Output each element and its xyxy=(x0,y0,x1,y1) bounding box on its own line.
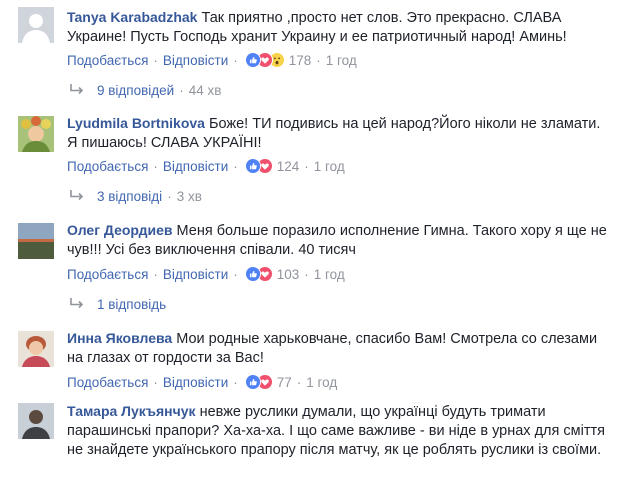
separator-dot: · xyxy=(233,266,238,282)
reactions-summary[interactable]: 77 xyxy=(244,374,292,390)
comment-actions: Подобається · Відповісти · 77 · 1 год xyxy=(67,373,337,391)
like-icon xyxy=(244,158,261,174)
view-replies[interactable]: 3 відповіді · 3 хв xyxy=(67,187,202,205)
separator-dot: · xyxy=(233,52,238,68)
comments-section: Tanya Karabadzhak Так приятно ,просто не… xyxy=(0,0,623,482)
reaction-count: 103 xyxy=(276,266,300,282)
comment-timestamp[interactable]: 1 год xyxy=(314,159,345,174)
avatar[interactable] xyxy=(18,403,54,439)
reactions-summary[interactable]: 124 xyxy=(244,158,300,174)
view-replies[interactable]: 1 відповідь xyxy=(67,295,166,313)
separator-dot: · xyxy=(233,374,238,390)
comment-author[interactable]: Инна Яковлева xyxy=(67,330,172,346)
like-button[interactable]: Подобається xyxy=(67,53,148,68)
like-button[interactable]: Подобається xyxy=(67,267,148,282)
view-replies[interactable]: 9 відповідей · 44 хв xyxy=(67,81,221,99)
reply-arrow-icon xyxy=(70,190,84,201)
user-photo-icon xyxy=(18,403,54,439)
comment-body: Lyudmila Bortnikova Боже! ТИ подивись на… xyxy=(67,114,613,153)
user-photo-icon xyxy=(18,116,54,152)
separator-dot: · xyxy=(153,266,158,282)
reactions-summary[interactable]: 103 xyxy=(244,266,300,282)
default-avatar-icon xyxy=(18,7,54,43)
reaction-count: 178 xyxy=(288,52,312,68)
like-button[interactable]: Подобається xyxy=(67,375,148,390)
like-button[interactable]: Подобається xyxy=(67,159,148,174)
comment-body: Tanya Karabadzhak Так приятно ,просто не… xyxy=(67,8,613,47)
separator-dot: · xyxy=(296,374,302,390)
separator-dot: · xyxy=(179,82,184,98)
separator-dot: · xyxy=(316,52,321,68)
comment-author[interactable]: Тамара Лукъянчук xyxy=(67,403,196,419)
replies-count-link[interactable]: 3 відповіді xyxy=(97,189,162,204)
separator-dot: · xyxy=(153,52,158,68)
comment-body: Олег Деордиев Меня больше поразило испол… xyxy=(67,221,613,260)
reply-button[interactable]: Відповісти xyxy=(163,375,228,390)
replies-count-link[interactable]: 9 відповідей xyxy=(97,83,174,98)
replies-timestamp: 44 хв xyxy=(188,82,222,98)
comment-timestamp[interactable]: 1 год xyxy=(326,53,357,68)
replies-count-link[interactable]: 1 відповідь xyxy=(97,297,166,312)
comment-author[interactable]: Tanya Karabadzhak xyxy=(67,9,197,25)
user-photo-icon xyxy=(18,331,54,367)
reply-button[interactable]: Відповісти xyxy=(163,53,228,68)
comment-timestamp[interactable]: 1 год xyxy=(306,375,337,390)
avatar[interactable] xyxy=(18,116,54,152)
separator-dot: · xyxy=(233,158,238,174)
comment-author[interactable]: Lyudmila Bortnikova xyxy=(67,115,205,131)
like-icon xyxy=(244,374,261,390)
reaction-count: 77 xyxy=(276,374,292,390)
separator-dot: · xyxy=(304,158,309,174)
reaction-count: 124 xyxy=(276,158,300,174)
comment-author[interactable]: Олег Деордиев xyxy=(67,222,173,238)
separator-dot: · xyxy=(153,158,158,174)
comment-timestamp[interactable]: 1 год xyxy=(314,267,345,282)
comment-body: Тамара Лукъянчук невже руслики думали, щ… xyxy=(67,402,613,460)
replies-timestamp: 3 хв xyxy=(176,188,202,204)
comment-actions: Подобається · Відповісти · 124 · 1 год xyxy=(67,157,345,175)
reply-arrow-icon xyxy=(70,84,84,95)
comment-actions: Подобається · Відповісти · 178 · 1 год xyxy=(67,51,357,69)
avatar[interactable] xyxy=(18,331,54,367)
user-photo-icon xyxy=(18,223,54,259)
avatar[interactable] xyxy=(18,7,54,43)
avatar[interactable] xyxy=(18,223,54,259)
like-icon xyxy=(244,52,261,68)
reactions-summary[interactable]: 178 xyxy=(244,52,312,68)
reply-button[interactable]: Відповісти xyxy=(163,159,228,174)
comment-body: Инна Яковлева Мои родные харьковчане, сп… xyxy=(67,329,613,368)
separator-dot: · xyxy=(304,266,309,282)
reply-button[interactable]: Відповісти xyxy=(163,267,228,282)
like-icon xyxy=(244,266,261,282)
reply-arrow-icon xyxy=(70,298,84,309)
comment-actions: Подобається · Відповісти · 103 · 1 год xyxy=(67,265,345,283)
separator-dot: · xyxy=(167,188,172,204)
separator-dot: · xyxy=(153,374,158,390)
